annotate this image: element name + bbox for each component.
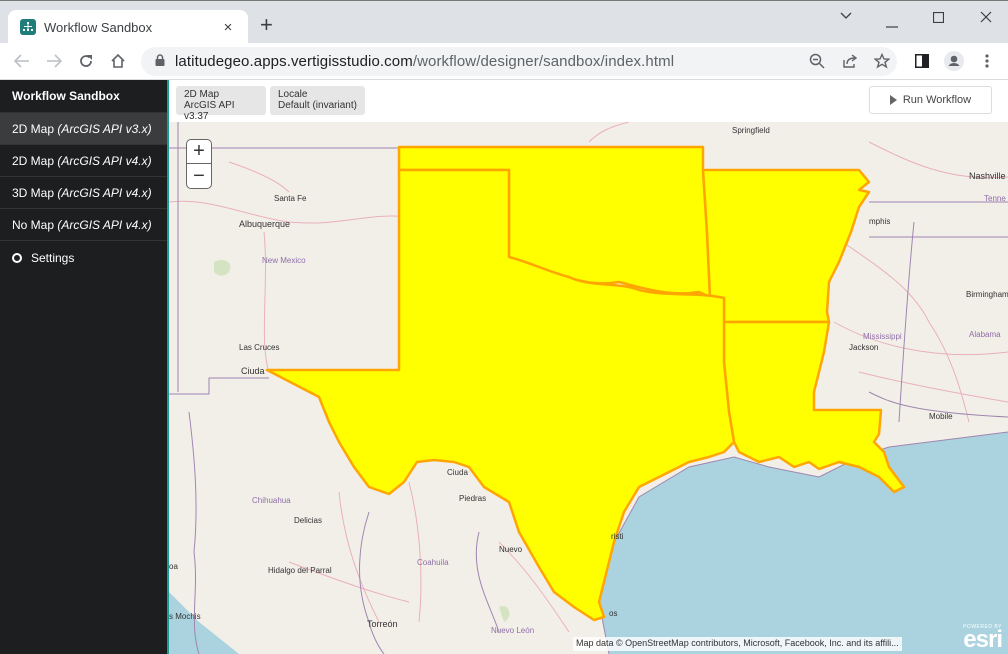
run-workflow-label: Run Workflow xyxy=(902,94,972,106)
map-label-las-cruces: Las Cruces xyxy=(239,343,280,352)
play-icon xyxy=(889,95,897,105)
map-label-springfield: Springfield xyxy=(732,126,770,135)
sidebar-item-no-map-v4[interactable]: No Map (ArcGIS API v4.x) xyxy=(0,209,167,241)
map-label-memphis: mphis xyxy=(869,217,891,226)
workflow-favicon-icon xyxy=(20,19,36,35)
map-label-coahuila: Coahuila xyxy=(417,558,449,567)
map-label-ciudad-acuna: Ciuda xyxy=(447,468,468,477)
reload-icon[interactable] xyxy=(75,50,97,72)
browser-toolbar: latitudegeo.apps.vertigisstudio.com/work… xyxy=(0,43,1008,80)
sidebar-item-2d-map-v4[interactable]: 2D Map (ArcGIS API v4.x) xyxy=(0,145,167,177)
map-label-torreon: Torreón xyxy=(367,619,398,629)
browser-tab[interactable]: Workflow Sandbox × xyxy=(8,10,248,44)
settings-label: Settings xyxy=(31,251,75,265)
park-area xyxy=(214,260,231,276)
home-icon[interactable] xyxy=(107,50,129,72)
map-label-birmingham: Birmingham xyxy=(966,290,1008,299)
side-panel-icon[interactable] xyxy=(912,51,932,71)
map-attribution: Map data © OpenStreetMap contributors, M… xyxy=(573,637,902,651)
sidebar-item-label: 2D Map xyxy=(12,153,58,168)
chip-label: Locale xyxy=(278,89,308,100)
tab-search-chevron-icon[interactable] xyxy=(840,7,852,23)
gear-icon xyxy=(12,253,22,263)
sidebar-title: Workflow Sandbox xyxy=(0,80,167,113)
app-header: 2D Map ArcGIS API v3.37 Locale Default (… xyxy=(169,80,1008,122)
sidebar-item-3d-map-v4[interactable]: 3D Map (ArcGIS API v4.x) xyxy=(0,177,167,209)
run-workflow-button[interactable]: Run Workflow xyxy=(869,86,992,114)
map-label-jackson: Jackson xyxy=(849,343,879,352)
address-bar[interactable]: latitudegeo.apps.vertigisstudio.com/work… xyxy=(141,47,897,76)
profile-icon[interactable] xyxy=(944,51,964,71)
map-label-hidalgo-del-parral: Hidalgo del Parral xyxy=(268,566,332,575)
sidebar-item-label: 2D Map xyxy=(12,121,58,136)
gulf-of-california xyxy=(169,592,239,654)
map-view[interactable]: Springfield Nashville Tenne mphis Santa … xyxy=(169,122,1008,654)
park-area xyxy=(499,605,510,622)
close-window-button[interactable] xyxy=(980,10,992,26)
tab-close-icon[interactable]: × xyxy=(220,19,236,36)
esri-logo[interactable]: POWERED BY esri xyxy=(963,624,1003,653)
maximize-button[interactable] xyxy=(932,10,945,26)
chip-label: 2D Map xyxy=(184,89,220,100)
map-label-corpus-christi: risti xyxy=(611,532,624,541)
map-label-delicias: Delicias xyxy=(294,516,323,525)
map-label-albuquerque: Albuquerque xyxy=(239,219,291,229)
sidebar: Workflow Sandbox 2D Map (ArcGIS API v3.x… xyxy=(0,80,167,654)
map-label-matamoros: os xyxy=(609,609,618,618)
zoom-out-button[interactable]: − xyxy=(187,164,211,188)
map-label-nuevo-leon: Nuevo León xyxy=(491,626,535,635)
minimize-button[interactable] xyxy=(886,15,898,31)
sidebar-item-settings[interactable]: Settings xyxy=(0,241,167,275)
sidebar-item-2d-map-v3[interactable]: 2D Map (ArcGIS API v3.x) xyxy=(0,113,167,145)
map-label-tennessee: Tenne xyxy=(984,194,1006,203)
map-label-chihuahua: Chihuahua xyxy=(252,496,291,505)
menu-kebab-icon[interactable] xyxy=(977,51,997,71)
chip-value: Default (invariant) xyxy=(278,100,357,111)
map-label-nuevo-laredo: Nuevo xyxy=(499,545,523,554)
zoom-out-icon[interactable] xyxy=(808,52,826,70)
locale-chip: Locale Default (invariant) xyxy=(270,86,365,115)
state-arkansas xyxy=(701,168,871,324)
chip-value: ArcGIS API v3.37 xyxy=(184,100,235,122)
back-icon[interactable] xyxy=(11,50,33,72)
tab-title: Workflow Sandbox xyxy=(44,19,153,35)
map-label-los-mochis: s Mochis xyxy=(169,612,201,621)
sidebar-item-api: (ArcGIS API v3.x) xyxy=(57,121,152,136)
esri-wordmark: esri xyxy=(963,626,1003,653)
map-label-mississippi: Mississippi xyxy=(863,332,902,341)
map-label-santa-fe: Santa Fe xyxy=(274,194,307,203)
zoom-in-button[interactable]: + xyxy=(187,140,211,164)
new-tab-button[interactable]: + xyxy=(260,14,273,36)
sidebar-item-label: 3D Map xyxy=(12,185,58,200)
map-label-alabama: Alabama xyxy=(969,330,1001,339)
map-label-nashville: Nashville xyxy=(969,171,1006,181)
lock-icon[interactable] xyxy=(155,53,165,71)
map-label-sinaloa: oa xyxy=(169,562,178,571)
map-zoom-control: + − xyxy=(186,139,212,189)
map-label-new-mexico: New Mexico xyxy=(262,256,306,265)
sidebar-item-api: (ArcGIS API v4.x) xyxy=(57,153,152,168)
url-text: latitudegeo.apps.vertigisstudio.com/work… xyxy=(175,53,675,70)
sidebar-item-api: (ArcGIS API v4.x) xyxy=(57,217,152,232)
sidebar-item-label: No Map xyxy=(12,217,58,232)
sidebar-item-api: (ArcGIS API v4.x) xyxy=(57,185,152,200)
map-label-piedras-negras: Piedras xyxy=(459,494,487,503)
browser-titlebar: Workflow Sandbox × + xyxy=(0,0,1008,44)
share-icon[interactable] xyxy=(841,52,859,70)
forward-icon[interactable] xyxy=(43,50,65,72)
bookmark-star-icon[interactable] xyxy=(873,52,891,70)
map-label-ciudad-juarez: Ciuda xyxy=(241,366,265,376)
map-label-mobile: Mobile xyxy=(929,412,953,421)
map-type-chip: 2D Map ArcGIS API v3.37 xyxy=(176,86,266,122)
